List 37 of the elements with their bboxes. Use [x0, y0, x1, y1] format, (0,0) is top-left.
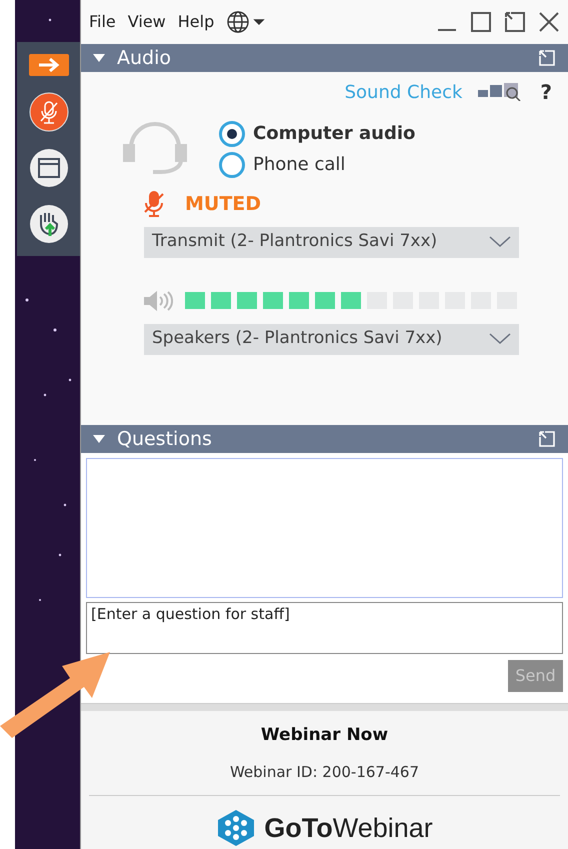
webinar-id: Webinar ID: 200-167-467 — [230, 762, 420, 782]
option-label: Phone call — [253, 153, 346, 177]
muted-microphone-icon[interactable] — [28, 92, 68, 132]
radio-button[interactable] — [219, 152, 245, 178]
collapse-triangle-icon[interactable] — [93, 53, 105, 63]
audio-option[interactable]: Computer audio — [219, 120, 416, 147]
chevron-down-icon — [489, 333, 511, 345]
collapse-triangle-icon[interactable] — [93, 434, 105, 444]
radio-button[interactable] — [219, 120, 245, 146]
pop-out-icon[interactable] — [538, 49, 556, 67]
speaker-icon — [143, 290, 173, 312]
transmit-dropdown[interactable]: Transmit (2- Plantronics Savi 7xx) — [144, 226, 519, 258]
menu-item[interactable]: View — [128, 10, 166, 34]
globe-dropdown-icon[interactable] — [226, 10, 266, 34]
speakers-dropdown[interactable]: Speakers (2- Plantronics Savi 7xx) — [144, 324, 519, 354]
section-title: Audio — [117, 46, 172, 71]
section-header[interactable]: Questions — [81, 425, 568, 453]
help-icon[interactable]: ? — [540, 77, 552, 107]
mute-status: MUTED — [185, 192, 262, 217]
restore-icon[interactable] — [504, 11, 526, 33]
option-label: Computer audio — [253, 122, 416, 146]
brand-name: GoToWebinar — [264, 812, 433, 845]
section-title: Questions — [117, 426, 213, 452]
headset-icon — [123, 120, 187, 176]
menu-item[interactable]: File — [89, 10, 116, 34]
close-icon[interactable] — [538, 11, 560, 33]
menu-item[interactable]: Help — [178, 10, 214, 34]
pop-out-icon[interactable] — [538, 430, 556, 448]
question-input[interactable]: [Enter a question for staff] — [86, 602, 563, 654]
arrow-right-icon[interactable] — [28, 54, 68, 76]
section-header[interactable]: Audio — [81, 44, 568, 72]
maximize-icon[interactable] — [470, 11, 492, 33]
webinar-name: Webinar Now — [260, 724, 388, 747]
window-icon[interactable] — [28, 148, 68, 188]
audio-option[interactable]: Phone call — [219, 151, 416, 178]
raise-hand-icon[interactable] — [28, 204, 68, 244]
chevron-down-icon — [489, 236, 511, 248]
